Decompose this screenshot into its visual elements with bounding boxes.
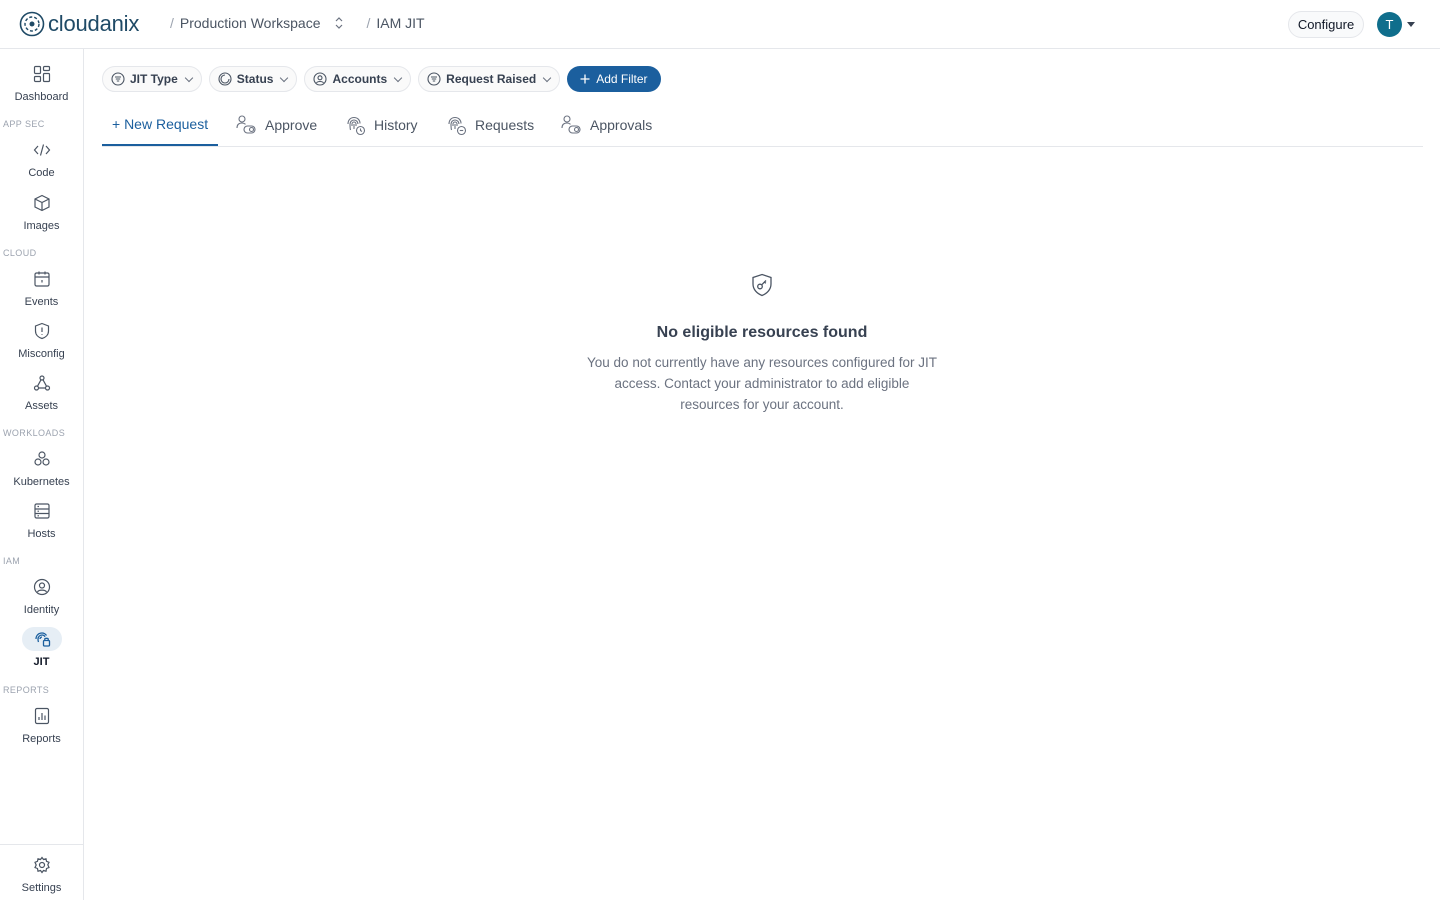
filter-status[interactable]: Status [208, 66, 298, 92]
tab-approvals[interactable]: Approvals [560, 104, 652, 146]
add-filter-button[interactable]: Add Filter [567, 66, 661, 92]
section-label-reports: REPORTS [3, 685, 50, 695]
filter-label: Accounts [332, 72, 388, 86]
sidebar-item-hosts[interactable]: Hosts [0, 499, 83, 540]
sidebar-item-label: Misconfig [18, 348, 65, 360]
filter-jit-type[interactable]: JIT Type [102, 66, 202, 92]
logo-text: cloudanix [48, 11, 140, 36]
shield-key-icon [752, 273, 772, 297]
tab-label: + New Request [112, 116, 209, 132]
status-icon [218, 72, 232, 86]
tab-label: Approve [265, 117, 318, 133]
sidebar-item-label: Reports [22, 733, 61, 745]
kubernetes-icon [22, 447, 62, 471]
filter-bar: JIT Type Status Accounts Request Raised … [102, 66, 661, 92]
user-circle-icon [313, 72, 328, 86]
fingerprint-icon [347, 116, 366, 136]
sidebar-item-misconfig[interactable]: Misconfig [0, 319, 83, 360]
sidebar-item-label: Dashboard [14, 91, 69, 103]
filter-label: Status [236, 72, 274, 86]
cube-icon [22, 191, 62, 215]
sidebar-item-label: Identity [23, 604, 60, 616]
plus-icon [580, 74, 590, 84]
server-icon [22, 499, 62, 523]
sidebar-item-events[interactable]: Events [0, 267, 83, 308]
dashboard-icon [22, 62, 62, 86]
cloudanix-logo-icon [19, 11, 45, 37]
breadcrumb: / Production Workspace / IAM JIT [170, 15, 437, 31]
sidebar-item-label: Assets [24, 400, 58, 412]
sidebar-item-identity[interactable]: Identity [0, 575, 83, 616]
filter-accounts[interactable]: Accounts [304, 66, 412, 92]
code-icon [22, 138, 62, 162]
shield-alert-icon [22, 319, 62, 343]
user-menu-caret-icon[interactable] [1407, 22, 1415, 27]
section-label-workloads: WORKLOADS [3, 428, 66, 438]
breadcrumb-page: IAM JIT [376, 15, 425, 31]
chevron-down-icon [184, 73, 194, 82]
tab-requests[interactable]: Requests [445, 104, 534, 146]
configure-button[interactable]: Configure [1288, 11, 1364, 38]
tab-label: History [374, 117, 418, 133]
calendar-icon [22, 267, 62, 291]
sidebar-item-label: JIT [33, 656, 50, 668]
breadcrumb-separator: / [366, 15, 371, 31]
avatar[interactable]: T [1377, 12, 1402, 37]
tab-history[interactable]: History [344, 104, 418, 146]
section-label-iam: IAM [3, 556, 21, 566]
sidebar-item-label: Kubernetes [13, 476, 70, 488]
report-icon [22, 704, 62, 728]
sidebar-item-jit[interactable]: JIT [0, 627, 83, 668]
approve-icon [236, 115, 256, 134]
empty-state: No eligible resources found You do not c… [560, 272, 964, 415]
sidebar-item-label: Events [24, 296, 59, 308]
empty-state-description: You do not currently have any resources … [587, 355, 937, 412]
workspace-switcher-icon[interactable] [334, 16, 344, 30]
sidebar-item-reports[interactable]: Reports [0, 704, 83, 745]
tab-new-request[interactable]: + New Request [102, 104, 219, 146]
chevron-down-icon [280, 73, 289, 82]
section-label-cloud: CLOUD [3, 248, 37, 258]
sidebar-bottom: Settings [0, 844, 83, 900]
tab-label: Requests [475, 117, 535, 133]
breadcrumb-separator: / [170, 15, 174, 31]
filter-list-icon [427, 72, 441, 86]
breadcrumb-workspace[interactable]: Production Workspace [180, 15, 321, 31]
sidebar-item-label: Images [23, 220, 60, 232]
sidebar: Dashboard APP SEC Code Images CLOUD Even… [0, 49, 84, 900]
sidebar-item-label: Code [28, 167, 55, 179]
tab-bar: + New Request Approve History Requests A… [102, 104, 1423, 147]
tab-label: Approvals [590, 117, 653, 133]
jit-icon [21, 627, 62, 651]
section-label-app-sec: APP SEC [3, 119, 45, 129]
sidebar-item-images[interactable]: Images [0, 191, 83, 232]
filter-list-icon [111, 72, 125, 86]
chevron-down-icon [393, 73, 403, 82]
chevron-down-icon [542, 73, 552, 82]
sidebar-item-label: Hosts [27, 528, 56, 540]
add-filter-label: Add Filter [596, 72, 648, 86]
fingerprint-icon [448, 116, 467, 136]
approve-icon [561, 115, 581, 134]
filter-label: Request Raised [446, 72, 537, 86]
gear-icon [22, 853, 62, 877]
top-bar: cloudanix / Production Workspace / IAM J… [0, 0, 1440, 49]
sidebar-item-assets[interactable]: Assets [0, 371, 83, 412]
sidebar-item-code[interactable]: Code [0, 138, 83, 179]
sidebar-item-label: Settings [21, 882, 62, 894]
sidebar-item-settings[interactable]: Settings [0, 853, 83, 894]
logo[interactable]: cloudanix [19, 11, 139, 37]
sidebar-item-dashboard[interactable]: Dashboard [0, 62, 83, 103]
empty-state-title: No eligible resources found [656, 324, 868, 341]
sidebar-item-kubernetes[interactable]: Kubernetes [0, 447, 83, 488]
graph-icon [22, 371, 62, 395]
identity-icon [22, 575, 62, 599]
tab-approve[interactable]: Approve [235, 104, 317, 146]
filter-request-raised[interactable]: Request Raised [418, 66, 561, 92]
filter-label: JIT Type [130, 72, 178, 86]
